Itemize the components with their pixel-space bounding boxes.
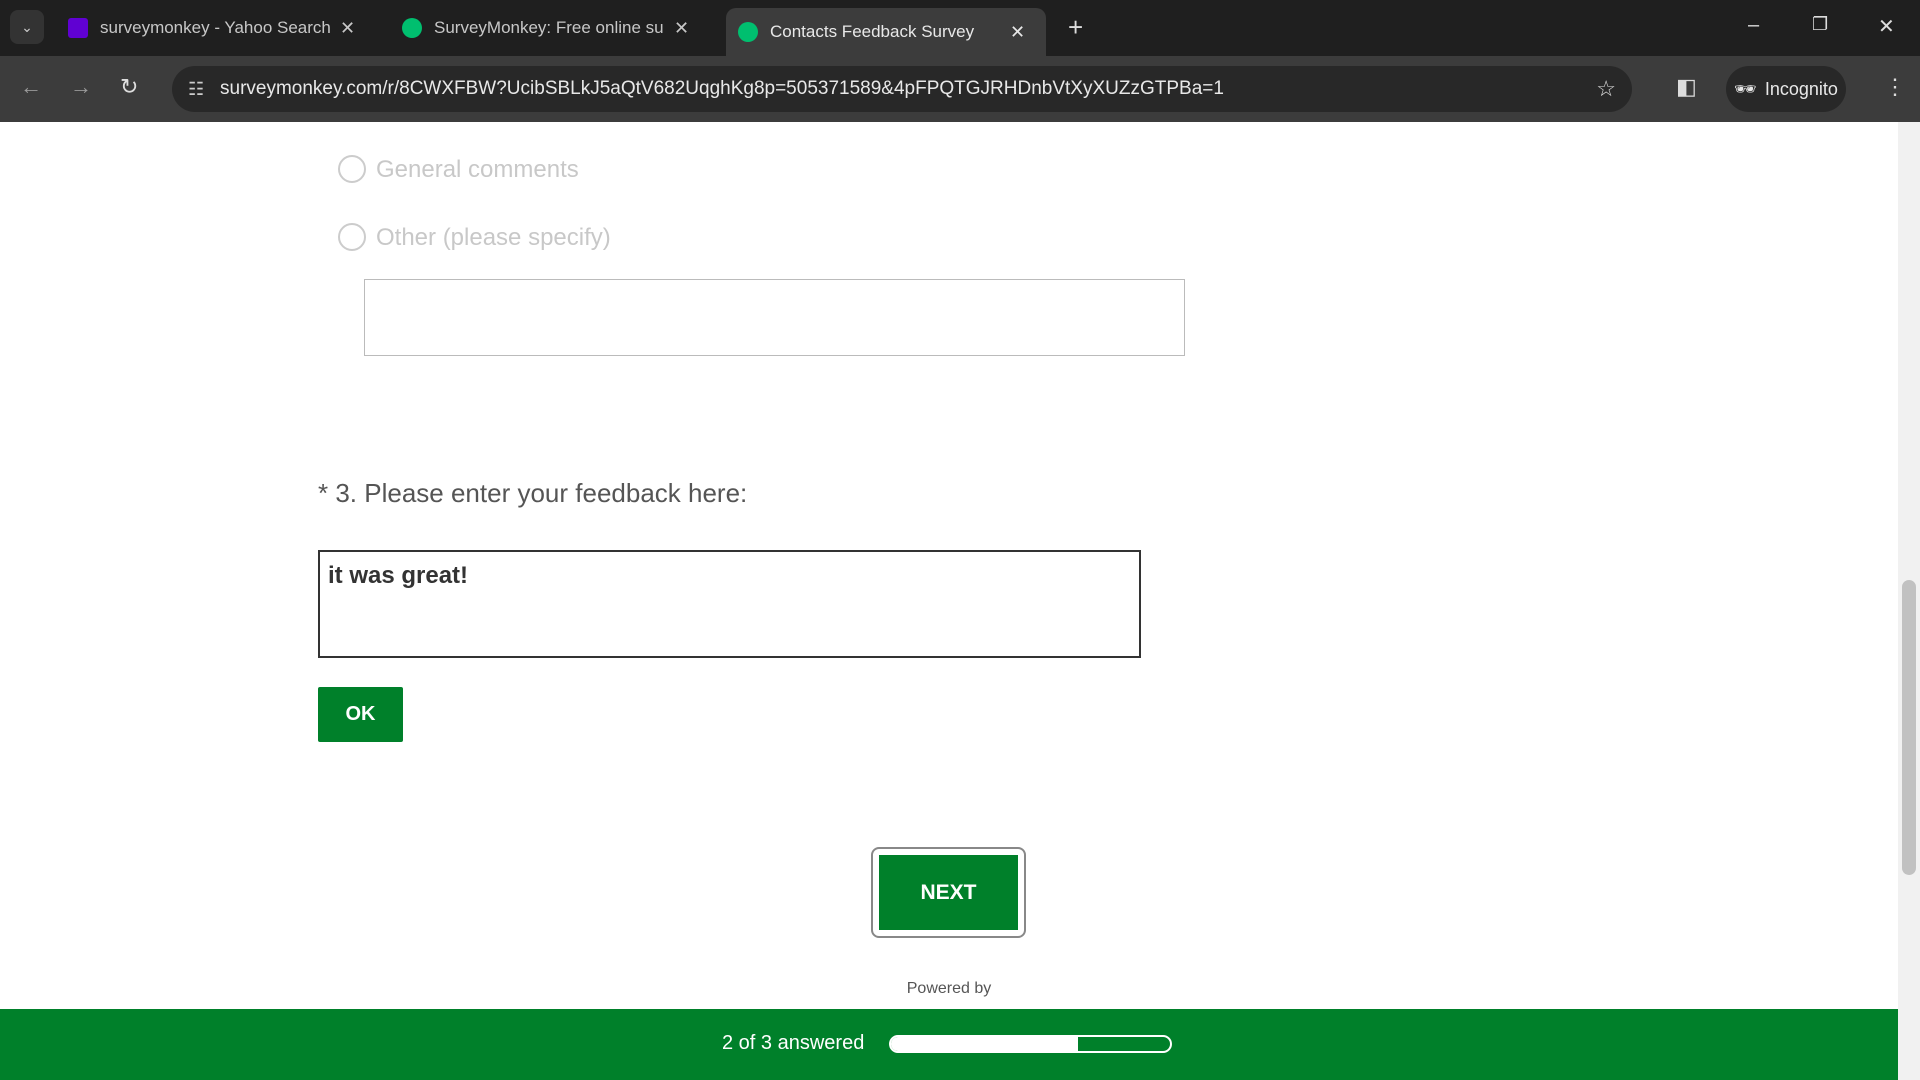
option-label: Other (please specify) — [376, 224, 611, 251]
restore-button[interactable]: ❐ — [1812, 14, 1828, 35]
yahoo-icon — [68, 18, 88, 38]
ok-button[interactable]: OK — [318, 687, 403, 742]
progress-text: 2 of 3 answered — [722, 1032, 865, 1054]
close-window-button[interactable]: ✕ — [1878, 14, 1895, 39]
menu-icon[interactable]: ⋮ — [1884, 74, 1906, 100]
tab-contacts-feedback-survey[interactable]: Contacts Feedback Survey ✕ — [726, 8, 1046, 56]
radio-general-comments[interactable] — [338, 155, 366, 183]
tab-search-button[interactable]: ⌄ — [10, 10, 44, 44]
close-tab-icon[interactable]: ✕ — [674, 18, 689, 39]
progress-bar — [889, 1035, 1172, 1053]
tab-strip: ⌄ surveymonkey - Yahoo Search R ✕ Survey… — [0, 0, 1920, 56]
surveymonkey-icon — [738, 22, 758, 42]
option-label: General comments — [376, 156, 579, 183]
next-button-focus-ring: NEXT — [871, 847, 1026, 938]
progress-fill — [891, 1037, 1078, 1051]
minimize-button[interactable]: – — [1748, 14, 1759, 37]
next-button[interactable]: NEXT — [879, 855, 1018, 930]
reload-button[interactable]: ↻ — [120, 74, 138, 100]
surveymonkey-icon — [402, 18, 422, 38]
incognito-indicator[interactable]: 🕶 Incognito — [1726, 66, 1846, 112]
scrollbar-thumb[interactable] — [1902, 580, 1916, 875]
new-tab-button[interactable]: + — [1068, 12, 1083, 43]
close-tab-icon[interactable]: ✕ — [340, 18, 355, 39]
radio-other[interactable] — [338, 223, 366, 251]
bookmark-star-icon[interactable]: ☆ — [1596, 76, 1616, 102]
close-tab-icon[interactable]: ✕ — [1010, 22, 1025, 43]
feedback-textarea[interactable]: it was great! — [318, 550, 1141, 658]
tab-yahoo[interactable]: surveymonkey - Yahoo Search R ✕ — [56, 8, 376, 48]
incognito-icon: 🕶 — [1734, 78, 1757, 99]
address-bar[interactable]: ☷ surveymonkey.com/r/8CWXFBW?UcibSBLkJ5a… — [172, 66, 1632, 112]
forward-button[interactable]: → — [70, 74, 92, 100]
back-button[interactable]: ← — [20, 74, 42, 100]
side-panel-icon[interactable]: ◧ — [1676, 74, 1697, 100]
site-info-icon[interactable]: ☷ — [188, 79, 204, 100]
tab-surveymonkey[interactable]: SurveyMonkey: Free online survey ✕ — [390, 8, 710, 48]
question-title: * 3. Please enter your feedback here: — [318, 478, 748, 508]
other-specify-input[interactable] — [364, 279, 1185, 356]
powered-by-text: Powered by — [906, 980, 992, 997]
